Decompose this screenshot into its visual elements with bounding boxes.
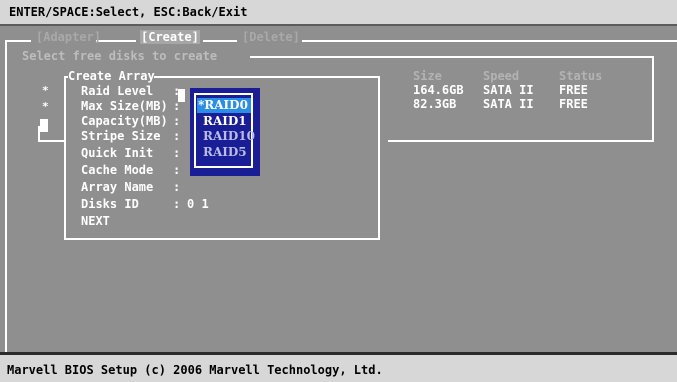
copyright-text: Marvell BIOS Setup (c) 2006 Marvell Tech… [7, 363, 383, 377]
disk-speed[interactable]: SATA II [483, 97, 534, 111]
outer-frame-left [5, 40, 7, 352]
field-sep: : [173, 197, 181, 211]
field-sep: : [173, 180, 181, 194]
raid-option-raid1[interactable]: RAID1 [197, 114, 251, 129]
disk-size[interactable]: 164.6GB [413, 83, 464, 97]
key-help-text: ENTER/SPACE:Select, ESC:Back/Exit [9, 5, 248, 19]
outer-frame-top-left [5, 40, 31, 42]
raid-option-raid10[interactable]: RAID10 [197, 129, 255, 144]
scroll-indicator [40, 119, 48, 132]
raid-option-raid0[interactable]: *RAID0 [197, 98, 251, 113]
column-header-speed: Speed [483, 69, 520, 83]
create-array-title: Create Array [68, 69, 155, 83]
next-button[interactable]: NEXT [81, 214, 110, 228]
create-array-frame-right [378, 76, 380, 240]
bottom-status-bar: Marvell BIOS Setup (c) 2006 Marvell Tech… [0, 352, 677, 382]
outer-frame-top-mid [96, 40, 136, 42]
raid-option-raid5[interactable]: RAID5 [197, 145, 251, 160]
field-label-capacity[interactable]: Capacity(MB) [81, 114, 168, 128]
field-value-disks-id[interactable]: 0 1 [187, 197, 209, 211]
top-instruction-bar: ENTER/SPACE:Select, ESC:Back/Exit [0, 0, 677, 26]
outer-frame-top-right [302, 40, 677, 42]
field-label-quick-init[interactable]: Quick Init [81, 146, 153, 160]
field-label-cache-mode[interactable]: Cache Mode [81, 163, 153, 177]
outer-frame-top-mid2 [203, 40, 237, 42]
field-sep: : [173, 114, 181, 128]
disk-size[interactable]: 82.3GB [413, 97, 456, 111]
disk-panel-top-line [250, 56, 654, 58]
input-cursor [178, 89, 185, 102]
create-array-frame-top-right [154, 76, 380, 78]
field-sep: : [173, 129, 181, 143]
create-array-frame-bottom [64, 238, 380, 240]
disk-marker: * [42, 100, 49, 113]
field-sep: : [173, 163, 181, 177]
tab-delete[interactable]: [Delete] [242, 30, 300, 44]
field-label-max-size[interactable]: Max Size(MB) [81, 99, 168, 113]
column-header-size: Size [413, 69, 442, 83]
disk-panel-title: Select free disks to create [22, 49, 218, 63]
disk-panel-bottom-left-line [38, 140, 66, 142]
disk-speed[interactable]: SATA II [483, 83, 534, 97]
column-header-status: Status [559, 69, 603, 83]
field-label-disks-id[interactable]: Disks ID [81, 197, 139, 211]
field-label-stripe-size[interactable]: Stripe Size [81, 129, 160, 143]
field-label-raid-level[interactable]: Raid Level [81, 84, 153, 98]
disk-status[interactable]: FREE [559, 97, 588, 111]
tab-create[interactable]: [Create] [140, 30, 200, 44]
field-label-array-name[interactable]: Array Name [81, 180, 153, 194]
field-sep: : [173, 146, 181, 160]
disk-status[interactable]: FREE [559, 83, 588, 97]
create-array-frame-left [64, 76, 66, 240]
disk-panel-bottom-right-line [388, 140, 654, 142]
disk-marker: * [42, 84, 49, 97]
disk-panel-right-line [652, 56, 654, 140]
tab-adapter[interactable]: [Adapter] [36, 30, 101, 44]
